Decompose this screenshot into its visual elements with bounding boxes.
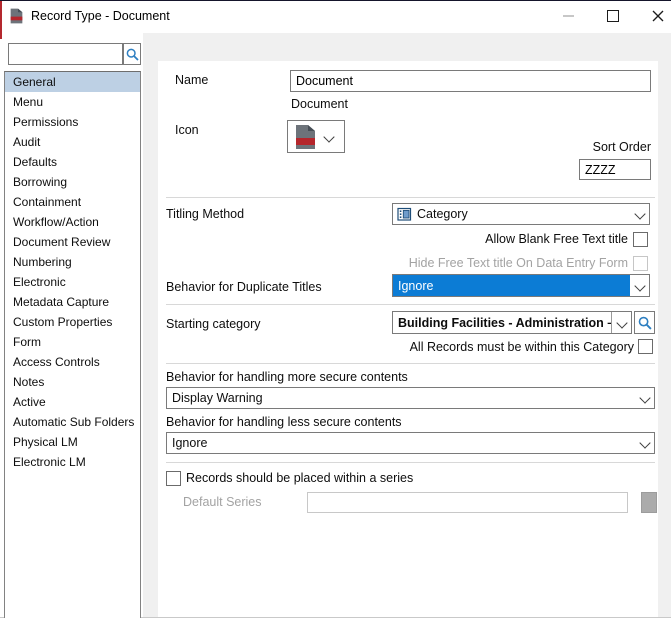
more-secure-dropdown[interactable]: Display Warning	[166, 387, 655, 409]
sidebar-section-list: General Menu Permissions Audit Defaults …	[4, 71, 141, 618]
less-secure-dropdown[interactable]: Ignore	[166, 432, 655, 454]
icon-dropdown[interactable]	[287, 120, 345, 153]
allow-blank-label: Allow Blank Free Text title	[485, 232, 628, 246]
search-icon	[126, 48, 139, 61]
sidebar-search-input[interactable]	[8, 43, 123, 65]
chevron-down-icon	[633, 279, 646, 292]
default-series-input	[307, 492, 628, 513]
sidebar-item-automatic-sub-folders[interactable]: Automatic Sub Folders	[5, 412, 140, 432]
maximize-icon	[607, 10, 619, 22]
duplicate-titles-value: Ignore	[398, 278, 434, 293]
starting-category-value: Building Facilities - Administration – A…	[398, 315, 611, 330]
sidebar-search-button[interactable]	[123, 43, 141, 65]
series-checkbox-label: Records should be placed within a series	[186, 471, 414, 485]
sidebar-item-numbering[interactable]: Numbering	[5, 252, 140, 272]
chevron-down-icon	[615, 316, 628, 329]
record-type-dialog: Record Type - Document General Menu Perm…	[0, 0, 671, 618]
name-input[interactable]	[290, 70, 651, 92]
document-icon	[10, 8, 23, 27]
less-secure-value: Ignore	[172, 436, 208, 450]
duplicate-titles-dropdown[interactable]: Ignore	[392, 274, 650, 297]
more-secure-value: Display Warning	[172, 391, 263, 405]
series-checkbox[interactable]	[166, 471, 181, 486]
minimize-button	[551, 1, 585, 31]
starting-category-label: Starting category	[166, 317, 261, 331]
sidebar-item-containment[interactable]: Containment	[5, 192, 140, 212]
sort-order-input[interactable]	[579, 159, 651, 180]
duplicate-titles-label: Behavior for Duplicate Titles	[166, 280, 322, 294]
starting-category-dropdown[interactable]: Building Facilities - Administration – A…	[392, 311, 632, 334]
all-records-label: All Records must be within this Category	[409, 340, 634, 354]
maximize-button[interactable]	[596, 1, 630, 31]
less-secure-label: Behavior for handling less secure conten…	[166, 415, 402, 429]
chevron-down-icon	[638, 392, 651, 404]
minimize-icon	[562, 15, 574, 17]
sidebar-item-permissions[interactable]: Permissions	[5, 112, 140, 132]
sidebar-item-document-review[interactable]: Document Review	[5, 232, 140, 252]
sidebar-item-notes[interactable]: Notes	[5, 372, 140, 392]
search-icon	[638, 316, 652, 330]
sidebar-item-workflow-action[interactable]: Workflow/Action	[5, 212, 140, 232]
chevron-down-icon	[633, 208, 646, 220]
section-divider	[166, 363, 655, 364]
section-divider	[166, 304, 655, 305]
close-icon	[652, 10, 664, 22]
sidebar-item-menu[interactable]: Menu	[5, 92, 140, 112]
sidebar-item-audit[interactable]: Audit	[5, 132, 140, 152]
panel-gutter	[143, 33, 158, 618]
sidebar-item-borrowing[interactable]: Borrowing	[5, 172, 140, 192]
sidebar-item-general[interactable]: General	[5, 72, 140, 92]
window-title: Record Type - Document	[31, 9, 170, 23]
sidebar-item-form[interactable]: Form	[5, 332, 140, 352]
icon-label: Icon	[175, 123, 199, 137]
titling-method-dropdown[interactable]: Category	[392, 203, 650, 225]
sidebar-item-electronic[interactable]: Electronic	[5, 272, 140, 292]
sidebar-item-access-controls[interactable]: Access Controls	[5, 352, 140, 372]
allow-blank-checkbox[interactable]	[633, 232, 648, 247]
top-band	[158, 33, 671, 61]
name-label: Name	[175, 73, 209, 87]
sidebar-item-defaults[interactable]: Defaults	[5, 152, 140, 172]
sidebar-item-physical-lm[interactable]: Physical LM	[5, 432, 140, 452]
category-icon	[397, 207, 412, 221]
default-series-browse-button	[641, 492, 657, 513]
sidebar-item-electronic-lm[interactable]: Electronic LM	[5, 452, 140, 472]
sidebar-item-metadata-capture[interactable]: Metadata Capture	[5, 292, 140, 312]
record-type-document-icon	[296, 124, 315, 149]
right-strip	[658, 61, 671, 618]
starting-category-search-button[interactable]	[634, 311, 655, 334]
chevron-down-icon	[638, 437, 651, 449]
sidebar-item-active[interactable]: Active	[5, 392, 140, 412]
chevron-down-icon	[323, 130, 335, 143]
default-series-label: Default Series	[183, 495, 262, 509]
all-records-checkbox[interactable]	[638, 339, 653, 354]
hide-free-text-label: Hide Free Text title On Data Entry Form	[408, 256, 628, 270]
section-divider	[166, 197, 655, 198]
titling-method-value: Category	[417, 207, 468, 221]
more-secure-label: Behavior for handling more secure conten…	[166, 370, 408, 384]
section-divider	[166, 462, 655, 463]
sidebar-item-custom-properties[interactable]: Custom Properties	[5, 312, 140, 332]
close-button[interactable]	[641, 1, 671, 31]
titling-method-label: Titling Method	[166, 207, 245, 221]
name-caption: Document	[291, 97, 348, 111]
hide-free-text-checkbox	[633, 256, 648, 271]
window-accent-border	[0, 1, 2, 39]
sort-order-label: Sort Order	[592, 140, 651, 154]
